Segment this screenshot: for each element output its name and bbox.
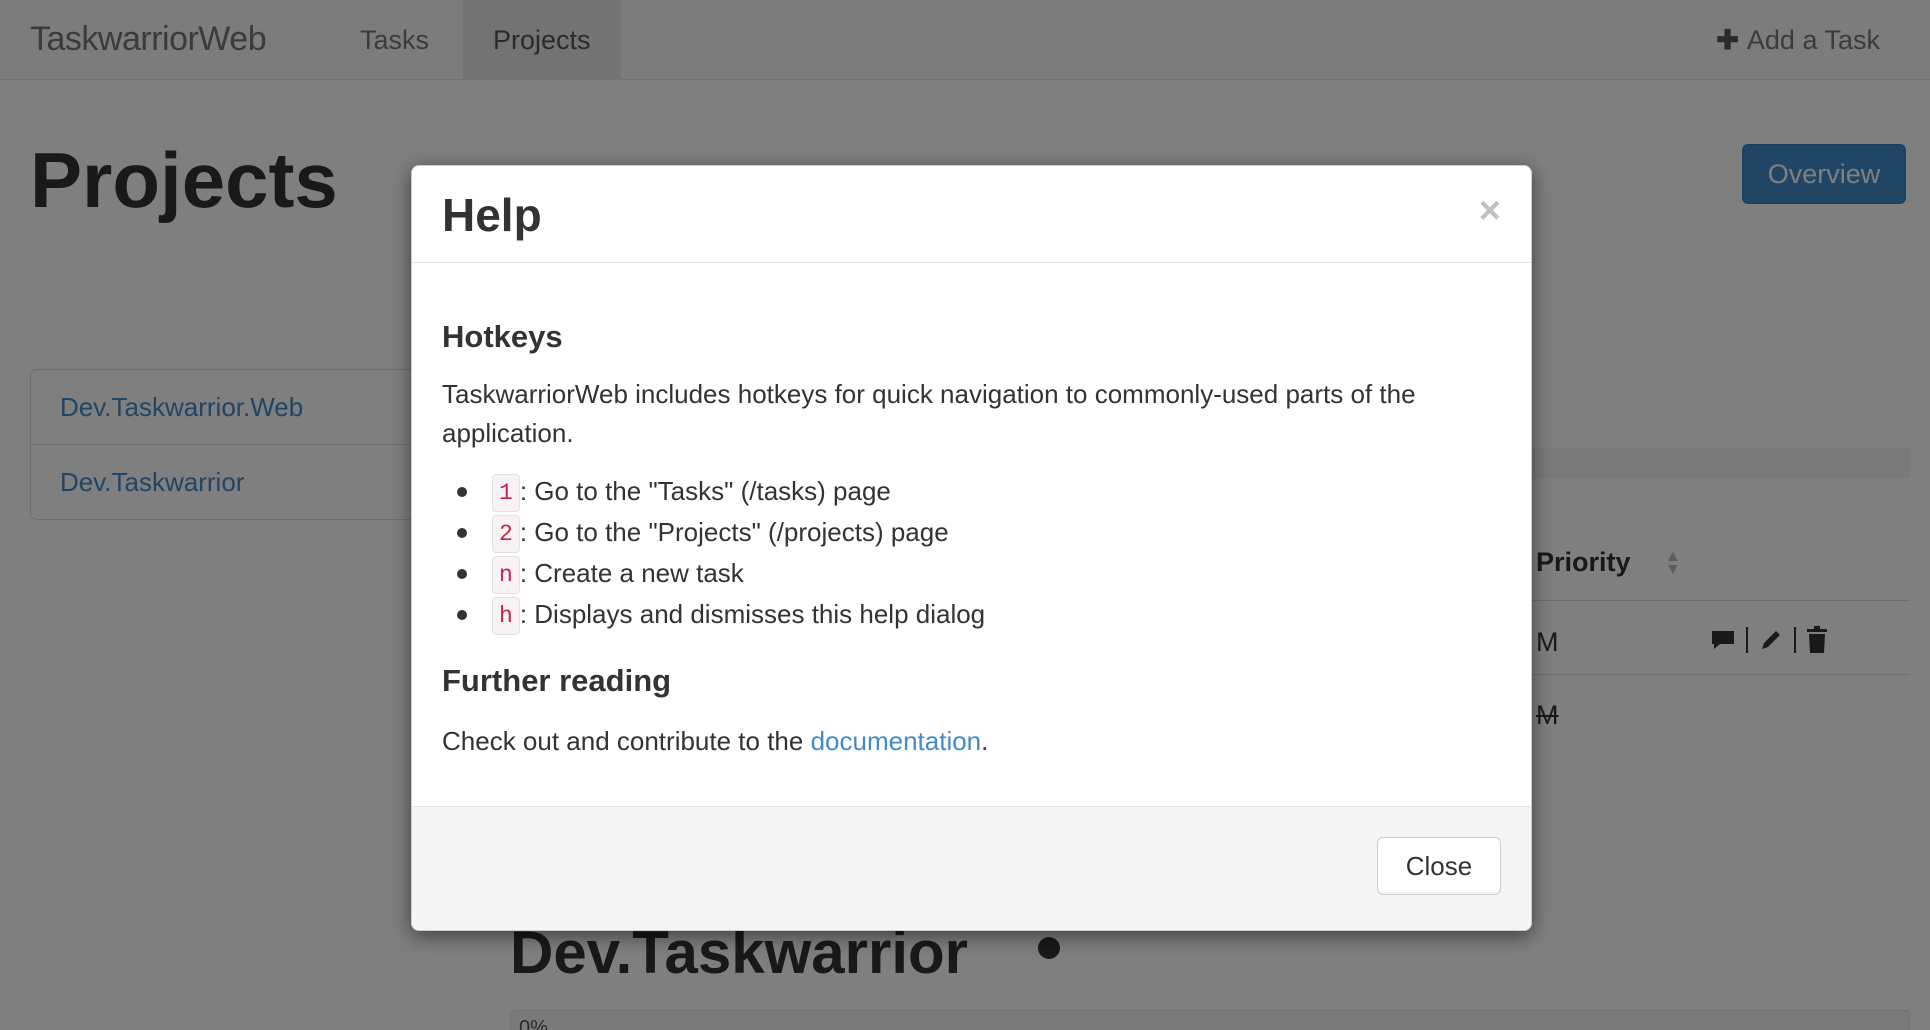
- further-reading-prefix: Check out and contribute to the: [442, 726, 811, 756]
- hotkey-key: h: [492, 597, 520, 636]
- hotkey-item: 1: Go to the "Tasks" (/tasks) page: [442, 471, 985, 513]
- help-dialog: Help × Hotkeys TaskwarriorWeb includes h…: [411, 165, 1532, 931]
- hotkey-key: 1: [492, 474, 520, 513]
- hotkeys-intro: TaskwarriorWeb includes hotkeys for quic…: [442, 379, 1416, 448]
- hotkey-item: n: Create a new task: [442, 553, 985, 595]
- further-reading-heading: Further reading: [442, 663, 672, 698]
- close-button[interactable]: Close: [1377, 837, 1501, 895]
- modal-header: Help ×: [412, 166, 1531, 263]
- documentation-link[interactable]: documentation: [811, 726, 982, 756]
- bullet: [457, 487, 467, 497]
- hotkey-item: 2: Go to the "Projects" (/projects) page: [442, 512, 985, 554]
- hotkey-list: 1: Go to the "Tasks" (/tasks) page 2: Go…: [442, 471, 986, 636]
- hotkey-item: h: Displays and dismisses this help dial…: [442, 594, 986, 636]
- hotkey-description: : Displays and dismisses this help dialo…: [519, 599, 986, 629]
- hotkey-description: : Go to the "Tasks" (/tasks) page: [519, 476, 891, 506]
- hotkey-description: : Go to the "Projects" (/projects) page: [519, 517, 949, 547]
- further-reading-suffix: .: [981, 726, 989, 756]
- hotkey-description: : Create a new task: [519, 558, 744, 588]
- close-icon[interactable]: ×: [1479, 192, 1501, 230]
- hotkey-key: 2: [492, 515, 520, 554]
- bullet: [457, 528, 467, 538]
- modal-title: Help: [442, 189, 542, 241]
- modal-footer: Close: [412, 806, 1531, 930]
- further-reading-text: Check out and contribute to the document…: [442, 722, 988, 761]
- bullet: [457, 569, 467, 579]
- hotkeys-heading: Hotkeys: [442, 319, 563, 354]
- hotkey-key: n: [492, 556, 520, 595]
- bullet: [457, 610, 467, 620]
